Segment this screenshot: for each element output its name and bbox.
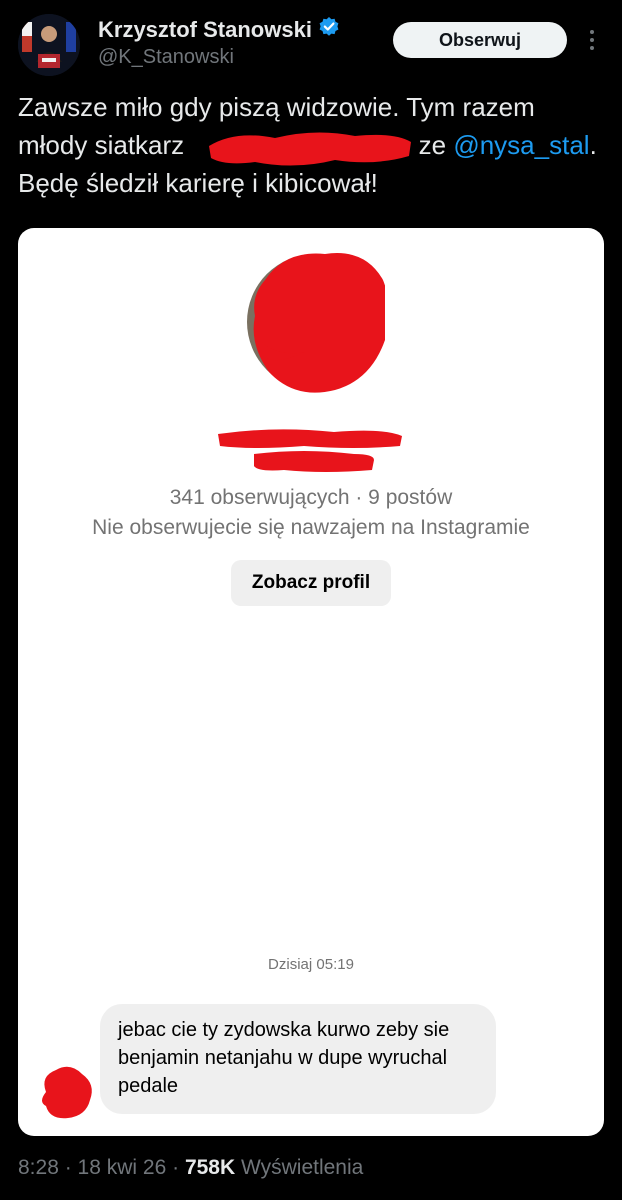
author-avatar[interactable] <box>18 14 80 76</box>
tweet-date[interactable]: 18 kwi 26 <box>78 1156 167 1179</box>
tweet-line-2-end: . <box>589 130 597 160</box>
views-label: Wyświetlenia <box>240 1156 364 1179</box>
media-card[interactable]: 341 obserwujących · 9 postów Nie obserwu… <box>18 228 604 1136</box>
follow-button[interactable]: Obserwuj <box>393 22 567 58</box>
views-count: 758K <box>184 1156 236 1179</box>
author-name-row[interactable]: Krzysztof Stanowski <box>98 16 340 43</box>
profile-stats: 341 obserwujących · 9 postów <box>169 486 453 509</box>
tweet-line-2-prefix: młody siatkarz <box>18 130 185 160</box>
redaction-scribble-tweet <box>209 132 411 166</box>
tweet-meta: 8:28 · 18 kwi 26 · 758K Wyświetlenia <box>18 1156 364 1179</box>
message-bubble: jebac cie ty zydowska kurwo zeby sie ben… <box>100 1004 496 1114</box>
mutual-follow-status: Nie obserwujecie się nawzajem na Instagr… <box>92 516 530 539</box>
profile-picture-redacted <box>247 253 385 393</box>
more-options-icon[interactable] <box>580 26 604 54</box>
tweet-time[interactable]: 8:28 <box>18 1156 59 1179</box>
mention-link[interactable]: @nysa_stal <box>453 130 589 160</box>
redaction-scribble-username <box>218 429 402 472</box>
verified-badge-icon <box>318 16 340 43</box>
tweet-line-2-suffix: ze <box>418 130 447 160</box>
view-profile-button[interactable]: Zobacz profil <box>231 560 391 606</box>
sender-avatar-redacted <box>42 1066 92 1119</box>
author-display-name[interactable]: Krzysztof Stanowski <box>98 17 312 43</box>
message-timestamp: Dzisiaj 05:19 <box>268 956 354 973</box>
author-handle[interactable]: @K_Stanowski <box>98 46 234 69</box>
tweet-line-1: Zawsze miło gdy piszą widzowie. Tym raze… <box>18 92 535 122</box>
